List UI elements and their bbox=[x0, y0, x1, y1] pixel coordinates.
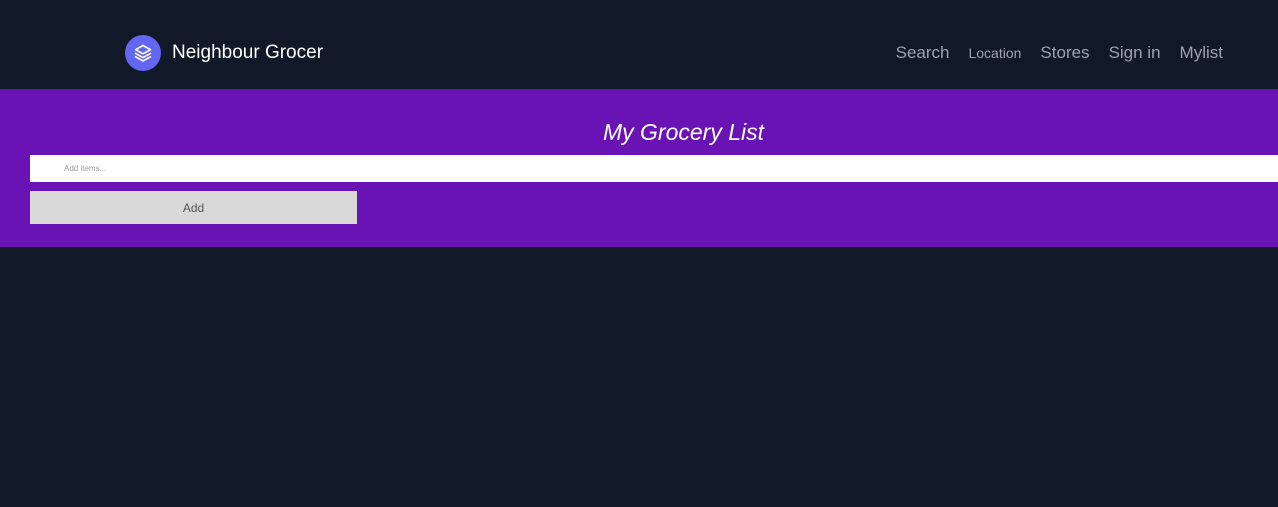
nav-link-search[interactable]: Search bbox=[896, 43, 950, 63]
brand-link[interactable]: Neighbour Grocer bbox=[125, 35, 323, 71]
layers-icon bbox=[125, 35, 161, 71]
add-item-button[interactable]: Add bbox=[30, 191, 357, 224]
site-header: Neighbour Grocer Search Location Stores … bbox=[0, 0, 1278, 89]
brand-name: Neighbour Grocer bbox=[172, 42, 324, 63]
nav-link-stores[interactable]: Stores bbox=[1040, 43, 1089, 63]
nav-link-location[interactable]: Location bbox=[968, 45, 1021, 61]
add-item-input[interactable] bbox=[30, 155, 1278, 182]
nav-link-sign-in[interactable]: Sign in bbox=[1109, 43, 1161, 63]
main-nav: Search Location Stores Sign in Mylist bbox=[877, 43, 1223, 63]
grocery-list-panel: My Grocery List Add bbox=[0, 89, 1278, 247]
nav-link-mylist[interactable]: Mylist bbox=[1180, 43, 1223, 63]
page-title: My Grocery List bbox=[602, 119, 765, 145]
